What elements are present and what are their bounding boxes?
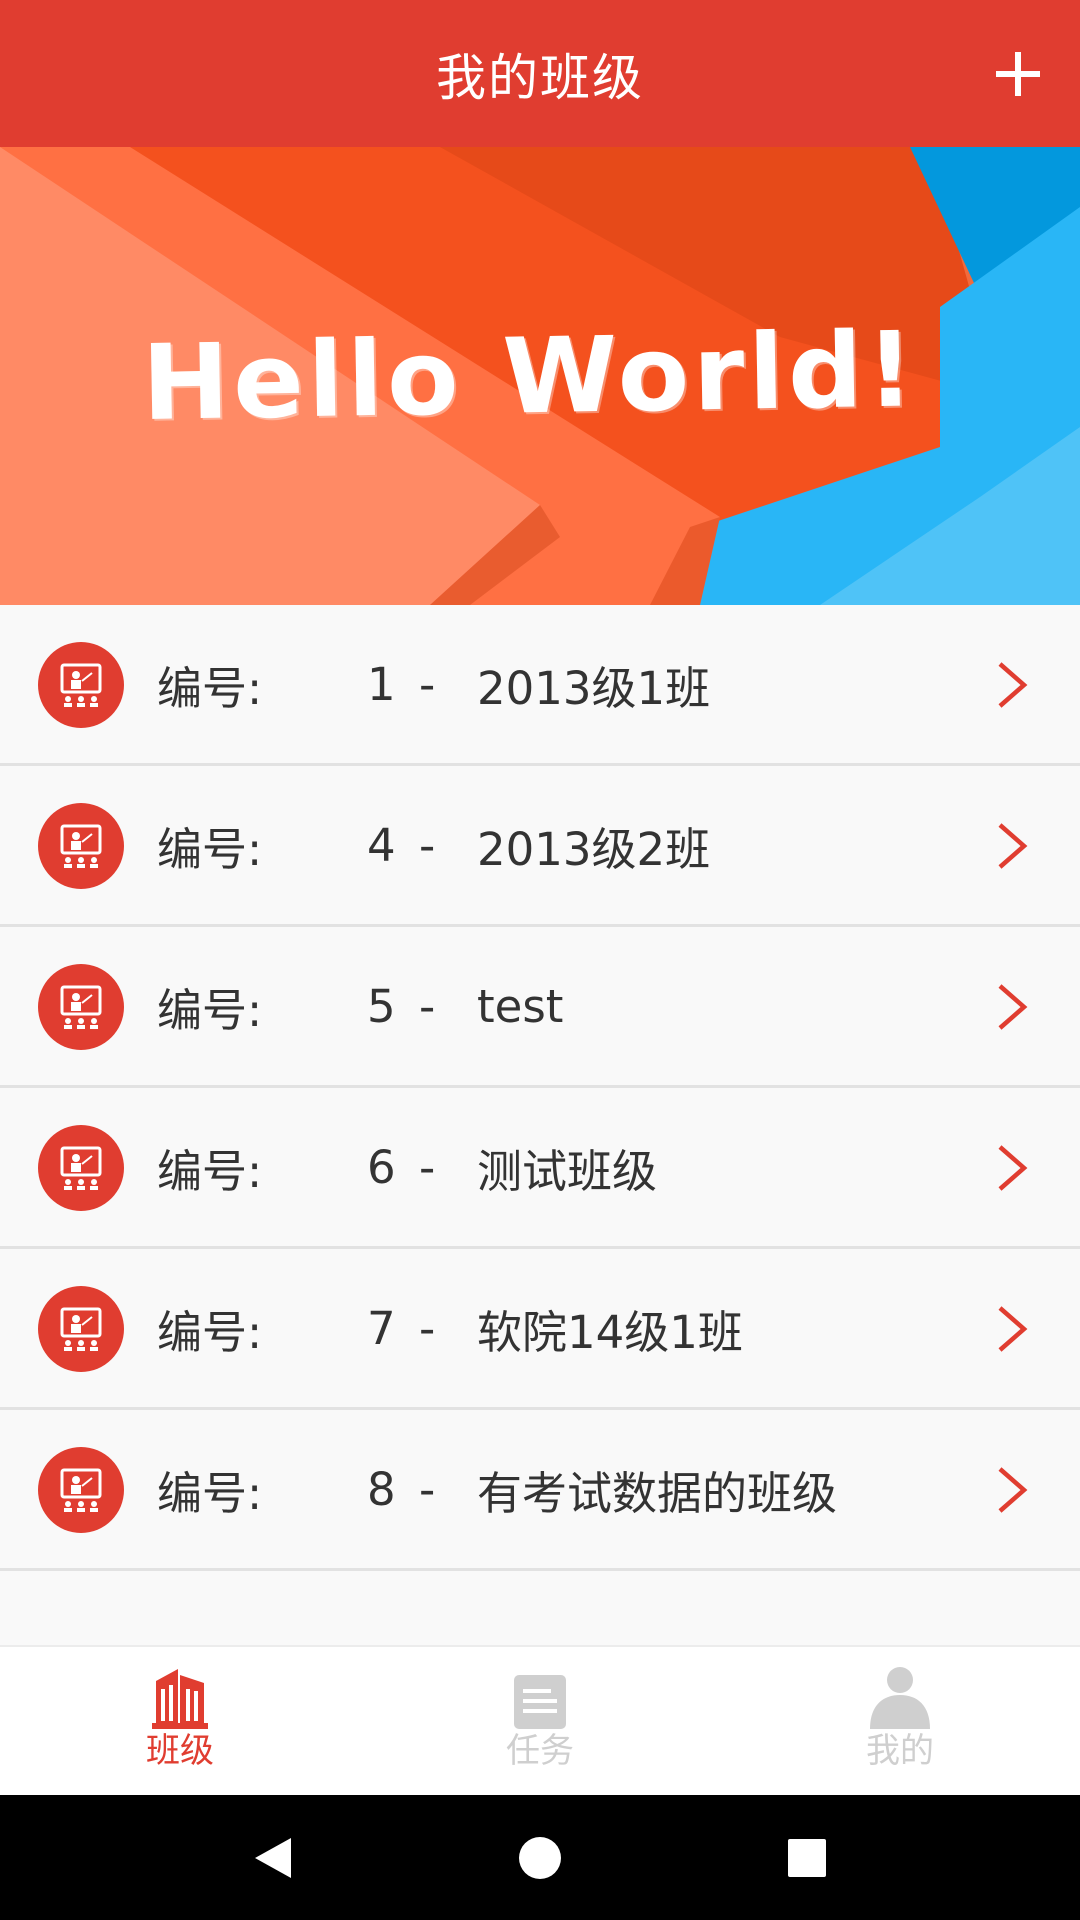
hero-banner: Hello World! [0, 147, 1080, 605]
tab-label: 任务 [506, 1731, 574, 1771]
chevron-right-icon [998, 1145, 1028, 1191]
recents-square-icon [787, 1838, 826, 1877]
class-name: test [477, 979, 564, 1033]
class-id-prefix: 编号: [157, 822, 263, 876]
class-list-item[interactable]: 编号: 6 - 测试班级 [0, 1088, 1080, 1249]
tab-mine[interactable]: 我的 [720, 1647, 1080, 1795]
chevron-right-icon [998, 1467, 1028, 1513]
class-separator: - [419, 1301, 436, 1355]
class-label: 编号: 7 - 软院14级1班 [157, 1249, 743, 1407]
class-label: 编号: 1 - 2013级1班 [157, 605, 710, 763]
class-list-item[interactable]: 编号: 1 - 2013级1班 [0, 605, 1080, 766]
class-separator: - [419, 1462, 436, 1516]
class-id-prefix: 编号: [157, 983, 263, 1037]
banner-text: Hello World! [141, 308, 919, 444]
class-list: 编号: 1 - 2013级1班 编号: 4 - 2013级2班 编号: 5 - … [0, 605, 1080, 1571]
classroom-icon [38, 1286, 124, 1372]
class-list-item[interactable]: 编号: 7 - 软院14级1班 [0, 1249, 1080, 1410]
classroom-icon [38, 642, 124, 728]
class-id-prefix: 编号: [157, 1305, 263, 1359]
person-icon [868, 1665, 932, 1729]
home-circle-icon [518, 1836, 561, 1879]
class-list-item[interactable]: 编号: 8 - 有考试数据的班级 [0, 1410, 1080, 1571]
plus-icon [996, 52, 1040, 96]
system-back-button[interactable] [233, 1818, 313, 1898]
class-name: 2013级1班 [477, 661, 711, 715]
class-label: 编号: 6 - 测试班级 [157, 1088, 657, 1246]
building-icon [148, 1665, 212, 1729]
class-id: 7 [367, 1301, 396, 1355]
class-separator: - [419, 1140, 436, 1194]
classroom-icon [38, 1125, 124, 1211]
chevron-right-icon [998, 984, 1028, 1030]
tab-label: 我的 [866, 1731, 934, 1771]
tab-tasks[interactable]: 任务 [360, 1647, 720, 1795]
tab-label: 班级 [146, 1731, 214, 1771]
class-id: 5 [367, 979, 396, 1033]
class-id: 6 [367, 1140, 396, 1194]
app-bar: 我的班级 [0, 0, 1080, 147]
system-recents-button[interactable] [767, 1818, 847, 1898]
class-name: 有考试数据的班级 [477, 1466, 838, 1520]
class-label: 编号: 5 - test [157, 927, 563, 1085]
class-name: 测试班级 [477, 1144, 658, 1198]
class-id: 4 [367, 818, 396, 872]
class-list-item[interactable]: 编号: 4 - 2013级2班 [0, 766, 1080, 927]
class-name: 2013级2班 [477, 822, 711, 876]
system-home-button[interactable] [500, 1818, 580, 1898]
class-label: 编号: 8 - 有考试数据的班级 [157, 1410, 837, 1568]
document-icon [508, 1665, 572, 1729]
class-id-prefix: 编号: [157, 1466, 263, 1520]
bottom-nav: 班级 任务 我的 [0, 1645, 1080, 1795]
classroom-icon [38, 803, 124, 889]
class-separator: - [419, 657, 436, 711]
class-name: 软院14级1班 [477, 1305, 743, 1359]
class-id-prefix: 编号: [157, 661, 263, 715]
chevron-right-icon [998, 823, 1028, 869]
class-separator: - [419, 818, 436, 872]
back-triangle-icon [255, 1837, 292, 1878]
class-separator: - [419, 979, 436, 1033]
system-nav-bar [0, 1795, 1080, 1920]
class-label: 编号: 4 - 2013级2班 [157, 766, 710, 924]
chevron-right-icon [998, 1306, 1028, 1352]
tab-classes[interactable]: 班级 [0, 1647, 360, 1795]
class-list-item[interactable]: 编号: 5 - test [0, 927, 1080, 1088]
add-class-button[interactable] [982, 34, 1054, 114]
page-title: 我的班级 [436, 48, 644, 107]
class-id: 8 [367, 1462, 396, 1516]
classroom-icon [38, 1447, 124, 1533]
class-id: 1 [367, 657, 396, 711]
class-id-prefix: 编号: [157, 1144, 263, 1198]
classroom-icon [38, 964, 124, 1050]
chevron-right-icon [998, 662, 1028, 708]
